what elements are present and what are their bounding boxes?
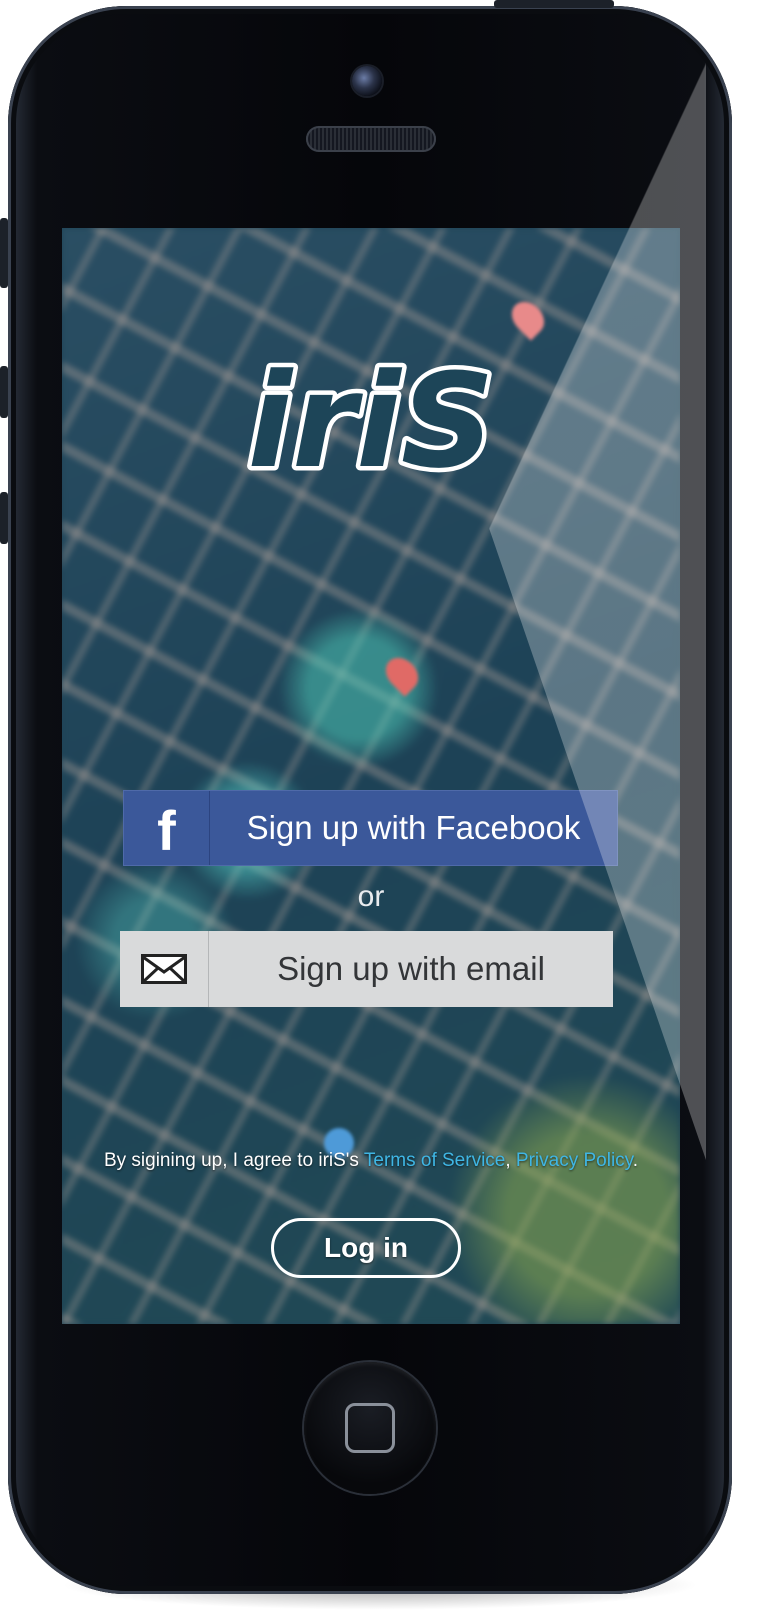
facebook-f-icon: f xyxy=(157,799,176,862)
power-button xyxy=(494,0,614,8)
facebook-signup-label: Sign up with Facebook xyxy=(246,809,581,846)
home-square-icon xyxy=(345,1403,395,1453)
terms-prefix: By sigining up, I agree to iriS's xyxy=(103,1150,364,1171)
front-camera xyxy=(352,66,382,96)
home-button[interactable] xyxy=(304,1362,436,1494)
terms-suffix: . xyxy=(632,1150,639,1171)
envelope-icon xyxy=(141,954,187,984)
svg-text:iriS: iriS xyxy=(248,345,495,497)
email-signup-button[interactable]: Sign up with email xyxy=(120,931,613,1007)
email-signup-label: Sign up with email xyxy=(277,950,545,987)
terms-separator: , xyxy=(505,1150,516,1171)
mute-switch xyxy=(0,218,8,288)
volume-down-button xyxy=(0,492,8,544)
volume-up-button xyxy=(0,366,8,418)
facebook-signup-button[interactable]: f Sign up with Facebook xyxy=(123,790,618,866)
terms-text: By sigining up, I agree to iriS's Terms … xyxy=(62,1150,680,1172)
privacy-policy-link[interactable]: Privacy Policy xyxy=(516,1150,633,1171)
or-separator: or xyxy=(357,880,385,913)
envelope-icon-cell xyxy=(120,931,209,1007)
terms-of-service-link[interactable]: Terms of Service xyxy=(364,1150,505,1171)
earpiece-speaker xyxy=(306,126,436,152)
login-button[interactable]: Log in xyxy=(271,1218,461,1278)
facebook-icon-cell: f xyxy=(124,791,210,865)
iris-logo: iriS xyxy=(243,341,499,502)
